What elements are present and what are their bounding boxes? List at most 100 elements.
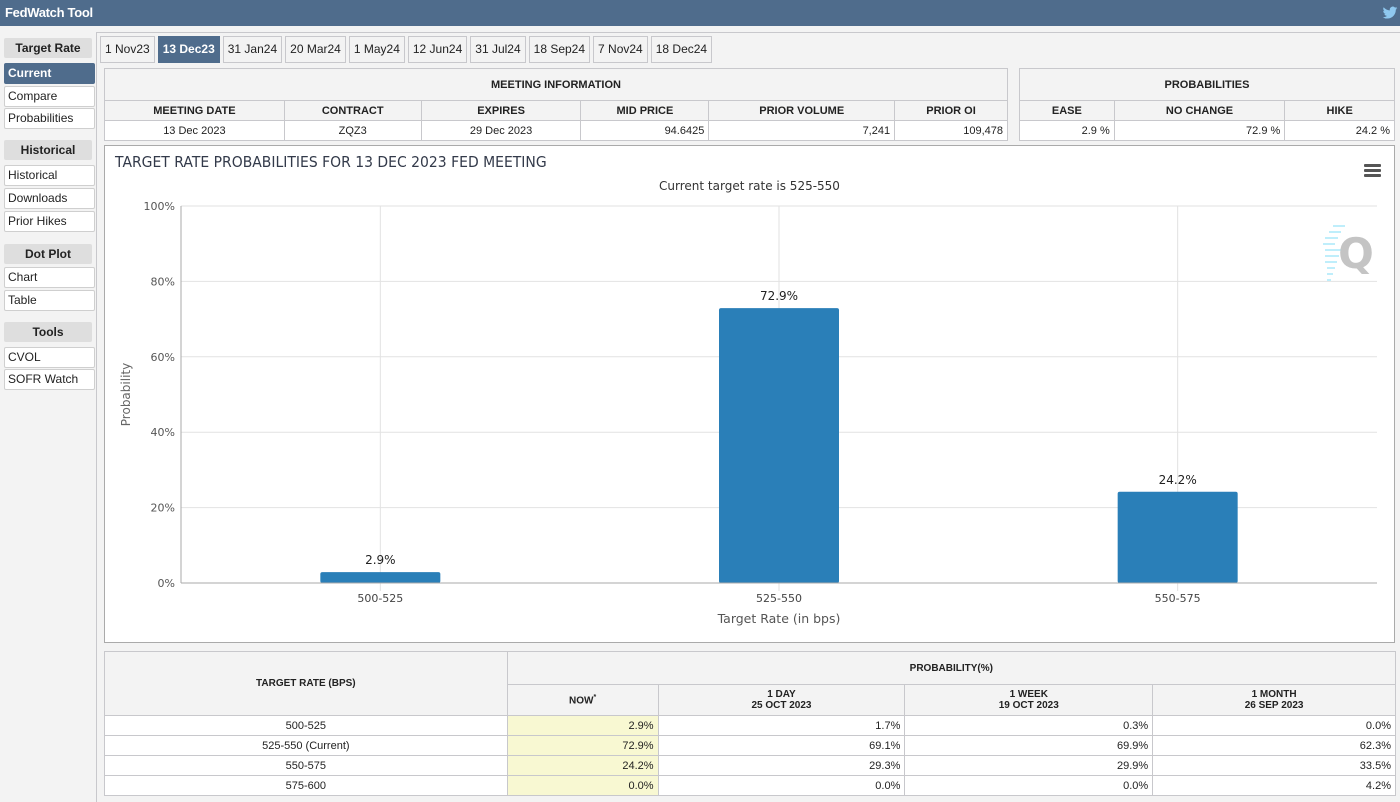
twitter-icon[interactable] [1382,5,1398,21]
y-tick-label: 60% [151,351,175,364]
sidebar-item-table[interactable]: Table [4,290,95,311]
tab-12-jun24[interactable]: 12 Jun24 [407,36,468,63]
tab-1-nov23[interactable]: 1 Nov23 [100,36,155,63]
col-1-day-label: 1 DAY [767,689,796,700]
meeting-info-header: MEETING INFORMATION [104,68,1008,101]
chart-subtitle: Current target rate is 525-550 [659,179,840,193]
probability-group-header: PROBABILITY(%) [506,651,1397,685]
col-1-month-label: 1 MONTH [1251,689,1297,700]
col-1-month: 1 MONTH 26 SEP 2023 [1152,684,1396,716]
row-1-month: 4.2% [1152,775,1396,796]
row-rate: 550-575 [104,755,508,776]
watermark-q: Q [1338,229,1374,278]
col-1-week: 1 WEEK 19 OCT 2023 [904,684,1154,716]
row-1-week: 0.3% [904,715,1154,736]
col-hike: HIKE [1284,100,1395,121]
col-1-day: 1 DAY 25 OCT 2023 [657,684,906,716]
col-1-week-label: 1 WEEK [1009,689,1048,700]
row-1-day: 29.3% [657,755,906,776]
probabilities-header: PROBABILITIES [1019,68,1395,101]
chart-title: TARGET RATE PROBABILITIES FOR 13 DEC 202… [115,153,547,171]
col-prior-oi: PRIOR OI [894,100,1008,121]
sidebar-heading-target-rate[interactable]: Target Rate [4,38,92,58]
row-1-week: 0.0% [904,775,1154,796]
meeting-info-table: MEETING INFORMATION MEETING DATE CONTRAC… [104,68,1008,141]
hamburger-menu-icon[interactable] [1364,164,1381,177]
meeting-date-value: 13 Dec 2023 [104,120,285,141]
col-now: NOW* [506,684,659,716]
expires-value: 29 Dec 2023 [420,120,582,141]
bar-550-575[interactable] [1117,491,1238,583]
row-now: 72.9% [506,735,659,756]
row-now: 0.0% [506,775,659,796]
y-tick-label: 100% [144,200,175,213]
data-label: 2.9% [365,553,396,567]
col-no-change: NO CHANGE [1113,100,1286,121]
data-label: 24.2% [1159,473,1197,487]
bar-500-525[interactable] [320,572,441,583]
col-now-label: NOW [569,695,594,707]
row-1-month: 33.5% [1152,755,1396,776]
y-tick-label: 0% [158,577,175,590]
tab-18-dec24[interactable]: 18 Dec24 [650,36,713,63]
y-tick-label: 40% [151,426,175,439]
sidebar-item-historical[interactable]: Historical [4,165,95,186]
col-target-rate: TARGET RATE (BPS) [104,651,508,716]
row-now: 2.9% [506,715,659,736]
sidebar-item-current[interactable]: Current [4,63,95,84]
mid-price-value: 94.6425 [580,120,710,141]
x-tick-label: 525-550 [756,592,802,605]
row-1-day: 0.0% [657,775,906,796]
tab-18-sep24[interactable]: 18 Sep24 [528,36,591,63]
row-1-day: 1.7% [657,715,906,736]
sidebar-item-probabilities[interactable]: Probabilities [4,108,95,129]
row-1-month: 0.0% [1152,715,1396,736]
col-1-day-date: 25 OCT 2023 [751,700,812,711]
tab-1-may24[interactable]: 1 May24 [348,36,405,63]
col-1-month-date: 26 SEP 2023 [1244,700,1304,711]
sidebar: Target Rate Current Compare Probabilitie… [0,26,97,802]
tab-20-mar24[interactable]: 20 Mar24 [285,36,346,63]
tab-7-nov24[interactable]: 7 Nov24 [593,36,648,63]
table-row: 500-525 2.9% 1.7% 0.3% 0.0% [104,715,1396,736]
y-axis-title: Probability [119,363,133,426]
sidebar-item-sofr-watch[interactable]: SOFR Watch [4,369,95,390]
col-expires: EXPIRES [420,100,582,121]
sidebar-item-chart[interactable]: Chart [4,267,95,288]
row-rate: 525-550 (Current) [104,735,508,756]
x-axis-title: Target Rate (in bps) [717,611,841,626]
quikstrike-watermark: Q [1323,225,1374,281]
ease-value: 2.9 % [1019,120,1115,141]
bar-525-550[interactable] [719,308,839,583]
contract-value: ZQZ3 [283,120,422,141]
app-header: FedWatch Tool [0,0,1400,26]
col-prior-volume: PRIOR VOLUME [708,100,896,121]
y-tick-label: 20% [151,502,175,515]
prior-oi-value: 109,478 [894,120,1008,141]
row-rate: 575-600 [104,775,508,796]
col-contract: CONTRACT [283,100,422,121]
col-now-marker: * [593,693,597,701]
col-meeting-date: MEETING DATE [104,100,285,121]
probability-history-table: TARGET RATE (BPS) PROBABILITY(%) NOW* 1 … [104,651,1397,796]
data-label: 72.9% [760,289,798,303]
sidebar-item-downloads[interactable]: Downloads [4,188,95,209]
sidebar-item-cvol[interactable]: CVOL [4,347,95,368]
y-tick-label: 80% [151,275,175,288]
tab-31-jan24[interactable]: 31 Jan24 [222,36,283,63]
sidebar-heading-historical[interactable]: Historical [4,140,92,160]
probability-chart: Q 0% 20% 40% 60% 80% 100% 2.9% 500-525 72.9% 525-… [104,145,1395,643]
tab-31-jul24[interactable]: 31 Jul24 [470,36,526,63]
row-1-day: 69.1% [657,735,906,756]
col-mid-price: MID PRICE [580,100,710,121]
hike-value: 24.2 % [1284,120,1395,141]
sidebar-item-prior-hikes[interactable]: Prior Hikes [4,211,95,232]
col-ease: EASE [1019,100,1115,121]
x-tick-label: 500-525 [357,592,403,605]
tab-13-dec23[interactable]: 13 Dec23 [157,36,220,63]
x-tick-label: 550-575 [1155,592,1201,605]
chart-svg: Q 0% 20% 40% 60% 80% 100% 2.9% 500-525 72.9% 525-… [119,200,1377,626]
sidebar-heading-tools[interactable]: Tools [4,322,92,342]
sidebar-heading-dot-plot[interactable]: Dot Plot [4,244,92,264]
sidebar-item-compare[interactable]: Compare [4,86,95,107]
